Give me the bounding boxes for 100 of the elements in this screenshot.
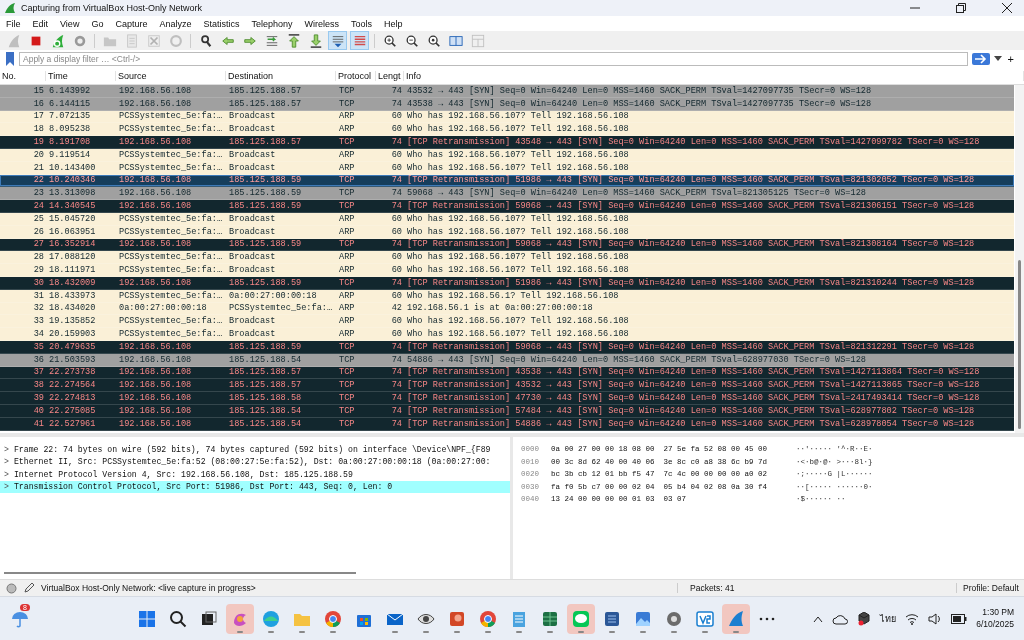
app-icon[interactable] [695,608,715,629]
battery-icon[interactable] [951,613,968,624]
chevron-up-icon[interactable] [813,614,824,623]
packet-row[interactable]: 34 20.159903 PCSSystemtec_5e:fa:… Broadcast ARP 60 Who has 192.168.56.107? Tell 192.168.56.108 [0,328,1014,341]
menu-item[interactable]: Telephony [251,18,293,29]
menu-item[interactable]: Capture [115,18,148,29]
column-header[interactable]: Time [46,71,116,81]
clock-date[interactable]: 6/10/2025 [976,618,1014,630]
tree-row[interactable]: > Frame 22: 74 bytes on wire (592 bits), 74 bytes captured (592 bits) on interface \Device\NPF_{F89 [0,443,510,456]
menu-item[interactable]: Help [384,18,403,29]
clock-time[interactable]: 1:30 PM [982,607,1014,619]
table-cell-text: 27 [32,239,45,250]
dropdown-caret-icon[interactable] [993,56,1002,62]
taskbar-button[interactable] [722,603,750,634]
table-cell-text: 74 [390,393,403,403]
right-arrow-icon[interactable] [242,33,257,48]
scrollbar[interactable] [1015,85,1024,433]
menu-item[interactable]: File [6,18,21,29]
packet-row[interactable]: 24 14.340545 192.168.56.108 185.125.188.59 TCP 74 [TCP Retransmission] 59068 → 443 [SYN] Seq=0 Win=64240 Len=0 MSS=1460 SACK_PERM TSval=821306151 TSecr=0 WS=128 [0,200,1014,213]
browser-icon[interactable] [478,608,498,629]
table-cell-text: [TCP Retransmission] 43538 → 443 [SYN] Seq=0 Win=64240 Len=0 MSS=1460 SACK_PERM TSval=1427113864 TSecr=0 WS=128 [406,367,981,378]
table-cell-text: 26 [32,226,45,237]
gear-icon[interactable] [72,33,87,48]
expander-icon[interactable]: > [4,444,9,454]
box-icon[interactable] [857,611,872,626]
window-title: Capturing from VirtualBox Host-Only Network [21,3,202,13]
search-icon[interactable] [168,608,188,629]
table-cell-text: PCSSystemtec_5e:fa:… [118,124,224,135]
browser-icon[interactable] [323,608,343,629]
packet-row[interactable]: 23 13.313098 192.168.56.108 185.125.188.59 TCP 74 59068 → 443 [SYN] Seq=0 Win=64240 Len=0 MSS=1460 SACK_PERM TSval=821305125 TSecr=0 WS=128 [0,187,1014,201]
chat-bubble-icon[interactable] [571,608,591,629]
close-icon[interactable] [1002,3,1012,13]
shark-fin-icon[interactable] [726,608,746,629]
packet-row[interactable]: 33 19.135852 PCSSystemtec_5e:fa:… Broadcast ARP 60 Who has 192.168.56.107? Tell 192.168.56.108 [0,315,1014,329]
table-cell-text: 59068 → 443 [SYN] Seq=0 Win=64240 Len=0 MSS=1460 SACK_PERM TSval=821305125 TSecr=0 WS=128 [406,188,867,199]
search-icon[interactable] [198,33,213,48]
column-header[interactable]: Source [116,71,226,81]
zoom-out-icon[interactable] [404,33,419,48]
down-arrow-icon[interactable] [308,33,323,48]
column-header[interactable]: No. [0,71,46,81]
display-filter-field[interactable]: Apply a display filter … <Ctrl-/> [19,52,968,66]
table-cell-text: 18.432009 [48,277,97,288]
table-cell-text: Broadcast [228,162,277,173]
pencil-icon[interactable] [23,582,35,594]
menu-item[interactable]: Tools [351,18,373,29]
table-cell-text: 18.434020 [48,303,97,314]
table-cell-text: 185.125.188.57 [228,367,303,378]
left-arrow-icon[interactable] [220,33,235,48]
table-cell-text: 37 [32,367,45,378]
restart-icon[interactable] [50,33,65,48]
menu-item[interactable]: Wireless [304,18,340,29]
expander-icon[interactable]: > [4,457,9,467]
packet-row[interactable]: 38 22.274564 192.168.56.108 185.125.188.57 TCP 74 [TCP Retransmission] 43532 → 443 [SYN] Seq=0 Win=64240 Len=0 MSS=1460 SACK_PERM TSval=1427113865 TSecr=0 WS=128 [0,379,1014,393]
column-header[interactable]: Protocol [336,71,376,81]
add-filter-button[interactable]: + [1005,53,1016,65]
menu-item[interactable]: Analyze [159,18,192,29]
table-cell-text: 28 [32,252,45,263]
restore-icon[interactable] [956,3,966,13]
tree-row[interactable]: > Transmission Control Protocol, Src Port: 51986, Dst Port: 443, Seq: 0, Len: 0 [0,480,510,493]
packet-row[interactable]: 19 8.191708 192.168.56.108 185.125.188.57 TCP 74 [TCP Retransmission] 43548 → 443 [SYN] Seq=0 Win=64240 Len=0 MSS=1460 SACK_PERM TSval=1427099782 TSecr=0 WS=128 [0,136,1014,149]
column-header[interactable]: Info [404,71,1024,81]
menu-item[interactable]: Edit [32,18,49,29]
table-cell-text: 6.144115 [48,98,92,109]
table-cell-text: Broadcast [228,316,277,327]
table-cell-text: TCP [338,85,356,96]
menu-item[interactable]: View [60,18,80,29]
zoom-reset-icon[interactable] [426,33,441,48]
column-header[interactable]: Lengt [376,71,404,81]
zoom-in-icon[interactable] [382,33,397,48]
cloud-icon[interactable] [832,612,849,625]
column-header[interactable]: Destination [226,71,336,81]
table-cell-text: 36 [32,354,45,365]
packet-row[interactable]: 18 8.095238 PCSSystemtec_5e:fa:… Broadcast ARP 60 Who has 192.168.56.107? Tell 192.168.56.108 [0,123,1014,137]
wave-icon[interactable] [261,608,281,629]
taskbar-button[interactable] [226,603,254,634]
packet-row[interactable]: 28 17.088120 PCSSystemtec_5e:fa:… Broadcast ARP 60 Who has 192.168.56.107? Tell 192.168.56.108 [0,251,1014,265]
expander-icon[interactable]: > [4,482,9,492]
speaker-icon[interactable] [928,612,943,625]
goto-icon[interactable] [264,33,279,48]
menu-item[interactable]: Go [91,18,104,29]
tree-row[interactable]: > Ethernet II, Src: PCSSystemtec_5e:fa:52 (08:00:27:5e:fa:52), Dst: 0a:00:27:00:00:18 (0a:00:27:00: [0,455,510,468]
packet-row[interactable]: 39 22.274813 192.168.56.108 185.125.188.58 TCP 74 [TCP Retransmission] 47730 → 443 [SYN] Seq=0 Win=64240 Len=0 MSS=1460 SACK_PERM TSval=2417493414 TSecr=0 WS=128 [0,392,1014,405]
table-cell-text: 185.125.188.59 [228,341,303,352]
up-arrow-icon[interactable] [286,33,301,48]
packet-row[interactable]: 29 18.111971 PCSSystemtec_5e:fa:… Broadcast ARP 60 Who has 192.168.56.107? Tell 192.168.56.108 [0,264,1014,277]
table-cell-text: 23 [32,188,45,199]
table-cell-text: 192.168.56.108 [118,380,193,391]
table-cell-text: PCSSystemtec_5e:fa:… [118,252,224,263]
language-indicator[interactable]: ไทย [880,611,897,626]
taskbar-button[interactable] [567,603,595,634]
packet-row[interactable]: 15 6.143992 192.168.56.108 185.125.188.57 TCP 74 43532 → 443 [SYN] Seq=0 Win=64240 Len=0 MSS=1460 SACK_PERM TSval=1427097735 TSecr=0 WS=128 [0,85,1014,98]
capture-status-icon[interactable] [6,582,17,594]
bookmark-icon[interactable] [5,52,15,66]
expander-icon[interactable]: > [4,469,9,479]
start-icon[interactable] [137,608,157,629]
wifi-icon[interactable] [905,612,920,625]
resize-columns-icon[interactable] [448,33,463,48]
menu-item[interactable]: Statistics [203,18,240,29]
tree-row[interactable]: > Internet Protocol Version 4, Src: 192.168.56.108, Dst: 185.125.188.59 [0,468,510,481]
table-cell-text: 192.168.56.108 [118,137,193,148]
